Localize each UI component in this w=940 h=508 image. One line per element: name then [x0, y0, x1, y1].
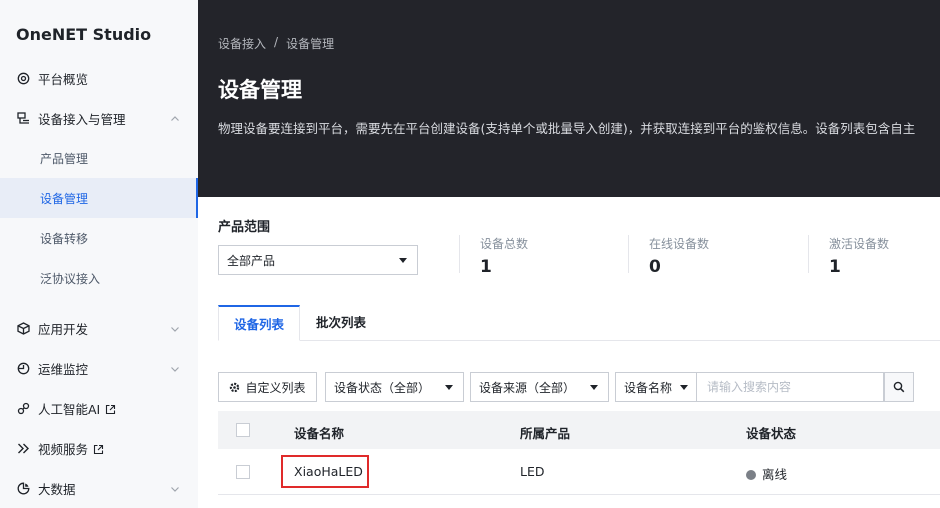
sidebar-item-label: 平台概览	[38, 71, 89, 87]
caret-down-icon	[590, 385, 598, 390]
device-status-text: 离线	[762, 467, 788, 482]
offline-status-icon	[746, 470, 756, 480]
sidebar-item-label: 大数据	[38, 481, 76, 497]
sidebar-subitem-device-transfer[interactable]: 设备转移	[0, 218, 198, 258]
device-status: 离线	[746, 464, 787, 483]
sidebar-item-label: 人工智能AI	[38, 401, 101, 417]
row-checkbox[interactable]	[236, 465, 250, 479]
caret-down-icon	[680, 385, 688, 390]
column-header-product[interactable]: 所属产品	[520, 423, 570, 442]
gear-icon	[229, 382, 240, 393]
sidebar-item-label: 设备接入与管理	[38, 111, 126, 127]
sidebar-item-label: 视频服务	[38, 441, 89, 457]
product-scope-select[interactable]: 全部产品	[218, 245, 418, 275]
device-source-filter-value: 设备来源（全部）	[479, 380, 576, 395]
brand-logo-text: OneNET Studio	[16, 25, 152, 44]
device-name-link[interactable]: XiaoHaLED	[294, 464, 363, 479]
tab-device-list[interactable]: 设备列表	[218, 305, 300, 341]
stat-total-devices: 设备总数 1	[459, 235, 529, 277]
sidebar-subitem-product-management[interactable]: 产品管理	[0, 138, 198, 178]
page-header: 设备接入 / 设备管理 设备管理 物理设备要连接到平台，需要先在平台创建设备(支…	[198, 0, 940, 197]
stat-online-devices: 在线设备数 0	[628, 235, 710, 277]
sidebar-item-video[interactable]: 视频服务	[0, 428, 198, 468]
stat-activated-devices: 激活设备数 1	[808, 235, 890, 277]
caret-down-icon	[399, 258, 407, 263]
chevron-up-icon	[170, 112, 180, 122]
sidebar-subitem-protocol-access[interactable]: 泛协议接入	[0, 258, 198, 298]
breadcrumb-link-device-access[interactable]: 设备接入	[218, 35, 266, 52]
chevron-down-icon	[170, 322, 180, 332]
sidebar: OneNET Studio 平台概览 设备接入与管理 产品管理 设备管理 设备转…	[0, 0, 198, 508]
sidebar-item-bigdata[interactable]: 大数据	[0, 468, 198, 508]
app-root: OneNET Studio 平台概览 设备接入与管理 产品管理 设备管理 设备转…	[0, 0, 940, 508]
sidebar-item-label: 应用开发	[38, 321, 89, 337]
main-content: 产品范围 全部产品 设备总数 1 在线设备数 0 激活设备数 1 设备列表 批次…	[198, 197, 940, 508]
search-field-value: 设备名称	[624, 380, 673, 395]
sidebar-item-ai[interactable]: 人工智能AI	[0, 388, 198, 428]
chevron-down-icon	[170, 482, 180, 492]
product-scope-value: 全部产品	[227, 253, 276, 268]
chevron-down-icon	[170, 362, 180, 372]
monitor-icon	[16, 361, 30, 375]
product-scope-label: 产品范围	[218, 220, 271, 235]
tab-bar: 设备列表 批次列表	[218, 305, 940, 341]
table-header-row: 设备名称 所属产品 设备状态	[218, 411, 940, 449]
stat-label: 设备总数	[480, 237, 529, 251]
app-dev-icon	[16, 321, 30, 335]
table-row: XiaoHaLED LED 离线	[218, 449, 940, 495]
stat-value: 0	[649, 257, 661, 277]
video-icon	[16, 441, 30, 455]
stat-value: 1	[829, 257, 841, 277]
custom-list-button[interactable]: 自定义列表	[218, 372, 317, 402]
sidebar-subitem-device-management[interactable]: 设备管理	[0, 178, 198, 218]
sidebar-item-platform-overview[interactable]: 平台概览	[0, 58, 198, 98]
stat-label: 激活设备数	[829, 237, 890, 251]
external-link-icon	[93, 443, 104, 454]
column-header-device-name[interactable]: 设备名称	[294, 423, 344, 442]
caret-down-icon	[445, 385, 453, 390]
tab-batch-list[interactable]: 批次列表	[300, 305, 382, 341]
device-source-filter[interactable]: 设备来源（全部）	[470, 372, 609, 402]
column-header-status[interactable]: 设备状态	[746, 423, 796, 442]
sidebar-item-monitor[interactable]: 运维监控	[0, 348, 198, 388]
search-button[interactable]	[884, 372, 914, 402]
custom-list-label: 自定义列表	[245, 380, 306, 395]
external-link-icon	[105, 403, 116, 414]
device-status-filter-value: 设备状态（全部）	[334, 380, 431, 395]
page-title: 设备管理	[218, 78, 302, 102]
search-field-select[interactable]: 设备名称	[615, 372, 697, 402]
breadcrumb: 设备接入 / 设备管理	[218, 35, 334, 52]
bigdata-icon	[16, 481, 30, 495]
platform-overview-icon	[16, 71, 30, 85]
search-input[interactable]	[697, 372, 884, 402]
select-all-checkbox[interactable]	[236, 423, 250, 437]
ai-icon	[16, 401, 30, 415]
sidebar-item-device-access[interactable]: 设备接入与管理	[0, 98, 198, 138]
device-access-icon	[16, 111, 30, 125]
breadcrumb-separator: /	[274, 35, 279, 49]
device-product: LED	[520, 464, 545, 479]
stat-value: 1	[480, 257, 492, 277]
device-status-filter[interactable]: 设备状态（全部）	[325, 372, 464, 402]
search-icon	[893, 381, 905, 393]
stat-label: 在线设备数	[649, 237, 710, 251]
page-description: 物理设备要连接到平台，需要先在平台创建设备(支持单个或批量导入创建)，并获取连接…	[218, 121, 916, 136]
sidebar-item-label: 运维监控	[38, 361, 89, 377]
breadcrumb-current: 设备管理	[286, 37, 335, 51]
sidebar-item-app-dev[interactable]: 应用开发	[0, 308, 198, 348]
